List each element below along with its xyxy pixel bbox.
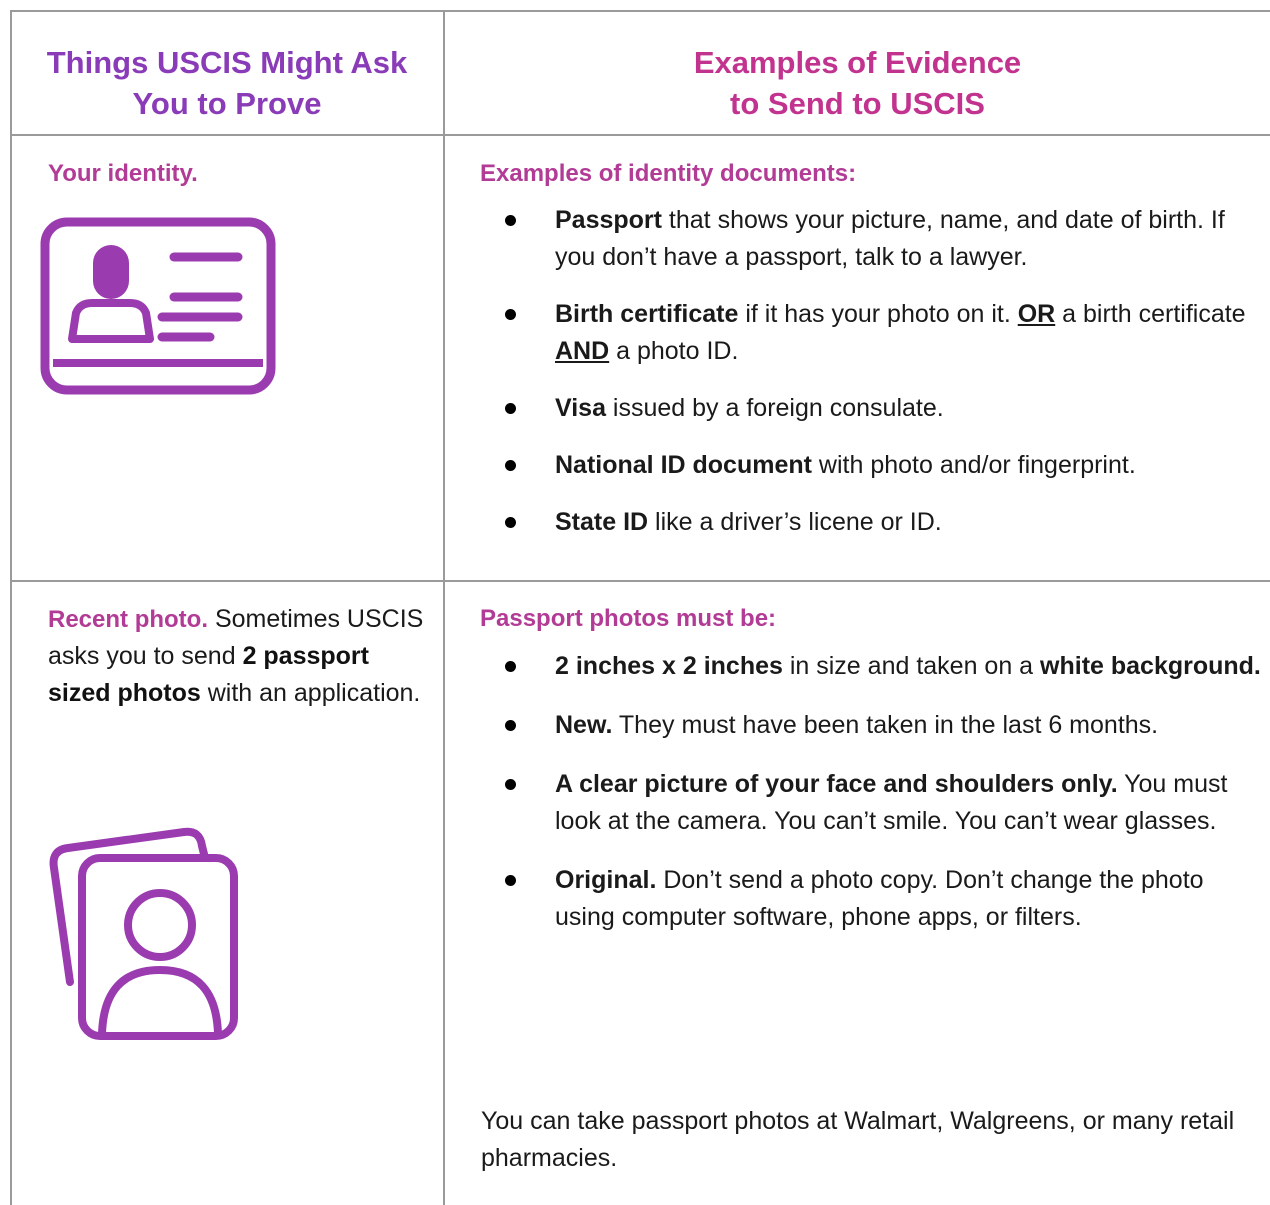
passport-photos-list: 2 inches x 2 inches in size and taken on…: [481, 648, 1261, 936]
column-header-right: Examples of Evidence to Send to USCIS: [445, 42, 1270, 124]
recent-photo-label: Recent photo.: [48, 606, 208, 633]
identity-documents-title: Examples of identity documents:: [480, 160, 857, 187]
id-card-icon: [38, 215, 278, 402]
identity-label: Your identity.: [48, 160, 198, 187]
photos-icon: [48, 820, 248, 1050]
table-border-middle: [443, 10, 445, 1205]
table-border-left: [10, 10, 12, 1205]
table-header-divider: [10, 134, 1270, 136]
column-header-left-line1: Things USCIS Might Ask: [46, 45, 408, 80]
list-item: New. They must have been taken in the la…: [481, 707, 1261, 744]
passport-photos-title: Passport photos must be:: [480, 605, 777, 632]
column-header-right-line2: to Send to USCIS: [730, 86, 985, 121]
list-item: 2 inches x 2 inches in size and taken on…: [481, 648, 1261, 685]
list-item: Visa issued by a foreign consulate.: [481, 390, 1261, 427]
list-item: Passport that shows your picture, name, …: [481, 202, 1261, 276]
column-header-right-line1: Examples of Evidence: [693, 45, 1022, 80]
table-row-divider: [10, 580, 1270, 582]
recent-photo-text: Recent photo. Sometimes USCIS asks you t…: [48, 605, 424, 707]
list-item: National ID document with photo and/or f…: [481, 447, 1261, 484]
column-header-left: Things USCIS Might Ask You to Prove: [12, 42, 442, 124]
list-item: A clear picture of your face and shoulde…: [481, 766, 1261, 840]
passport-photos-footer: You can take passport photos at Walmart,…: [481, 1107, 1235, 1172]
column-header-left-line2: You to Prove: [132, 86, 322, 121]
identity-documents-list: Passport that shows your picture, name, …: [481, 202, 1261, 541]
list-item: Original. Don’t send a photo copy. Don’t…: [481, 862, 1261, 936]
list-item: Birth certificate if it has your photo o…: [481, 296, 1261, 370]
table-border-top: [10, 10, 1270, 12]
list-item: State ID like a driver’s licene or ID.: [481, 504, 1261, 541]
